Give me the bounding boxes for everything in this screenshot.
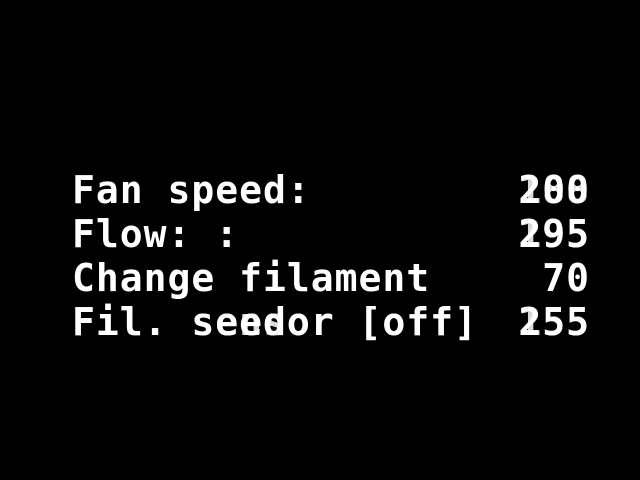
menu-item-fil-sensor[interactable]: Fil. seedor [off] Fil. sensor [off] 255 … xyxy=(72,300,592,344)
menu-item-label: Change filament xyxy=(72,256,431,300)
menu-item-value-overlay: 195 xyxy=(518,212,590,256)
menu-item-fan-speed[interactable]: Fan speed: 200 188 xyxy=(72,168,592,212)
menu-item-label: Fan speed: xyxy=(72,168,311,212)
menu-item-value: 70 xyxy=(542,256,590,300)
menu-item-label: Flow: : xyxy=(72,212,240,256)
menu-item-value-overlay: 188 xyxy=(518,168,590,212)
menu-list: Fan speed: 200 188 Flow: : 295 195 Chang… xyxy=(72,168,592,344)
menu-item-label-overlay: Fil. sensor [off] xyxy=(72,300,478,344)
menu-item-flow[interactable]: Flow: : 295 195 xyxy=(72,212,592,256)
lcd-screen: Fan speed: 200 188 Flow: : 295 195 Chang… xyxy=(0,0,640,480)
menu-item-value-overlay: 155 xyxy=(518,300,590,344)
menu-item-change-filament[interactable]: Change filament 70 xyxy=(72,256,592,300)
